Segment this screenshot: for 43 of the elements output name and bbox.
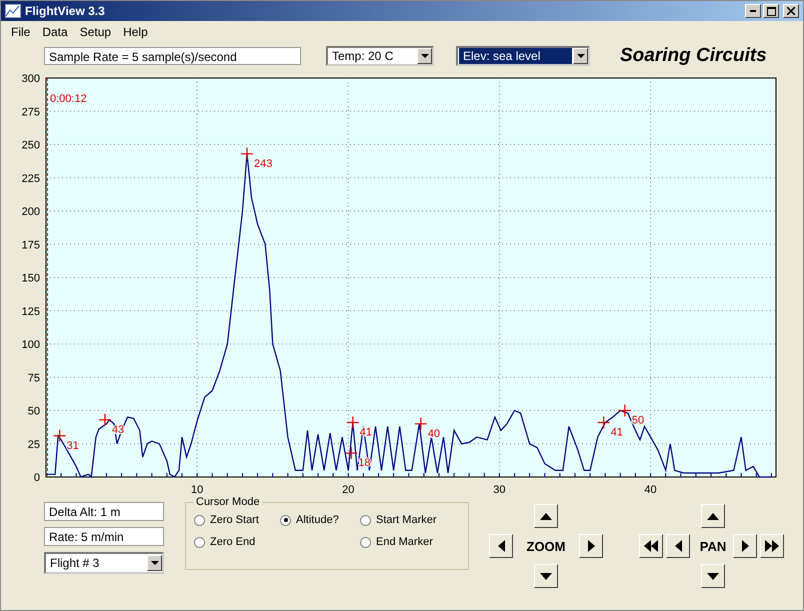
marker-label: 243 (254, 158, 272, 170)
x-tick-label: 30 (493, 484, 506, 493)
rate-field: Rate: 5 m/min (44, 527, 164, 546)
y-tick-label: 175 (22, 239, 40, 252)
sample-rate-field: Sample Rate = 5 sample(s)/second (44, 47, 301, 65)
y-tick-label: 100 (22, 339, 40, 351)
marker-label: 41 (610, 426, 623, 438)
logo-text: Soaring Circuits (620, 45, 767, 67)
radio-option[interactable]: Zero End (194, 536, 280, 548)
temperature-dropdown[interactable]: Temp: 20 C (326, 46, 434, 66)
x-tick-label: 40 (644, 484, 657, 493)
y-tick-label: 0 (34, 472, 40, 484)
x-tick-label: 10 (191, 484, 204, 493)
marker-label: 40 (428, 428, 440, 440)
radio-option[interactable]: Start Marker (360, 514, 460, 526)
y-tick-label: 75 (28, 372, 40, 384)
pan-label: PAN (700, 538, 726, 554)
y-tick-label: 125 (22, 306, 40, 318)
y-tick-label: 25 (28, 438, 40, 451)
delta-altitude-field: Delta Alt: 1 m (44, 502, 164, 521)
y-tick-label: 300 (22, 73, 40, 85)
cursor-time-label: 0:00:12 (50, 93, 87, 105)
y-tick-label: 50 (28, 406, 40, 418)
menu-item[interactable]: Setup (74, 25, 118, 39)
y-tick-label: 225 (22, 172, 40, 185)
flight-dropdown[interactable]: Flight # 3 (44, 552, 164, 574)
radio-option[interactable]: End Marker (360, 536, 460, 548)
radio-option[interactable]: Altitude? (280, 514, 360, 526)
x-tick-label: 20 (342, 484, 354, 493)
y-tick-label: 150 (22, 272, 40, 284)
menu-item[interactable]: File (5, 25, 36, 39)
group-title: Cursor Mode (195, 496, 261, 508)
y-tick-label: 200 (22, 206, 40, 218)
y-tick-label: 275 (22, 106, 40, 118)
window-title: FlightView 3.3 (25, 4, 106, 18)
y-tick-label: 250 (22, 140, 40, 152)
zoom-label: ZOOM (526, 538, 566, 554)
elevation-dropdown[interactable]: Elev: sea level (456, 46, 590, 66)
marker-label: 31 (66, 440, 79, 452)
marker-label: 50 (632, 414, 644, 426)
menu-item[interactable]: Help (117, 25, 154, 39)
radio-option[interactable]: Zero Start (194, 514, 280, 526)
menu-item[interactable]: Data (36, 25, 74, 39)
